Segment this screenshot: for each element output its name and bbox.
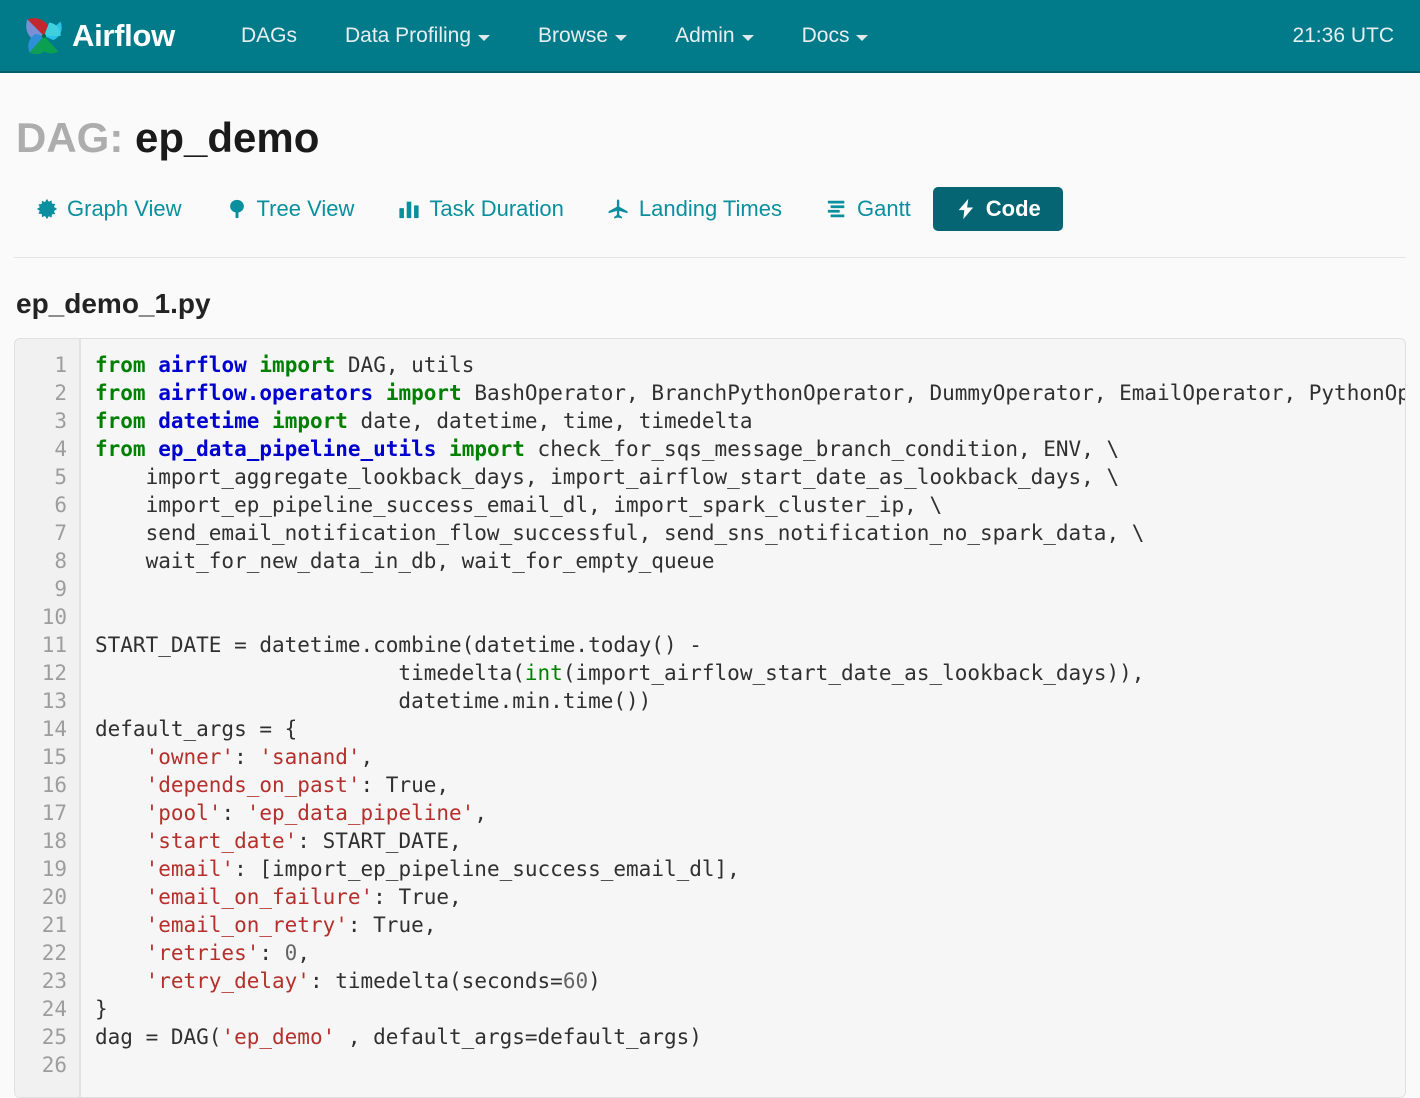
line-number: 14 — [41, 717, 67, 742]
nav-item-dags[interactable]: DAGs — [217, 12, 321, 60]
nav-item-label: Docs — [801, 23, 850, 47]
line-number: 5 — [54, 465, 67, 490]
nav-item-admin[interactable]: Admin — [651, 12, 778, 60]
tab-label: Task Duration — [429, 196, 564, 222]
line-number: 17 — [41, 801, 67, 826]
source-code-area[interactable]: from airflow import DAG, utils from airf… — [81, 339, 1405, 1097]
line-number: 16 — [41, 773, 67, 798]
line-number: 26 — [41, 1053, 67, 1078]
plane-icon — [608, 198, 630, 220]
tab-label: Landing Times — [638, 196, 782, 222]
nav-item-data-profiling[interactable]: Data Profiling — [321, 12, 514, 60]
line-number: 23 — [41, 969, 67, 994]
starburst-icon — [36, 198, 58, 220]
line-number: 15 — [41, 745, 67, 770]
line-number: 3 — [54, 409, 67, 434]
line-number: 22 — [41, 941, 67, 966]
line-number: 6 — [54, 493, 67, 518]
line-number: 21 — [41, 913, 67, 938]
line-number-gutter: 1 2 3 4 5 6 7 8 9 10 11 12 13 14 15 16 17 18 19 20 21 22 23 24 2… — [15, 339, 81, 1098]
chevron-down-icon — [615, 34, 628, 41]
source-code-text: from airflow import DAG, utils from airf… — [95, 353, 1405, 1050]
gantt-icon — [826, 198, 848, 220]
line-number: 13 — [41, 689, 67, 714]
navbar-menu: DAGs Data Profiling Browse Admin Docs — [217, 12, 893, 60]
tab-label: Gantt — [856, 196, 911, 222]
tab-gantt[interactable]: Gantt — [804, 187, 933, 231]
tab-tree-view[interactable]: Tree View — [204, 187, 377, 231]
line-number: 7 — [54, 521, 67, 546]
tab-label: Code — [985, 196, 1041, 222]
chevron-down-icon — [856, 34, 869, 41]
chevron-down-icon — [741, 34, 754, 41]
page-content: DAG: ep_demo Graph View Tree View Task D… — [0, 114, 1420, 1098]
line-number: 8 — [54, 549, 67, 574]
line-number: 9 — [54, 577, 67, 602]
line-number: 12 — [41, 661, 67, 686]
page-title-prefix: DAG: — [16, 114, 124, 161]
tab-landing-times[interactable]: Landing Times — [586, 187, 804, 231]
source-code-panel: 1 2 3 4 5 6 7 8 9 10 11 12 13 14 15 16 17 18 19 20 21 22 23 24 2… — [14, 338, 1406, 1098]
line-number: 19 — [41, 857, 67, 882]
bar-chart-icon — [398, 198, 420, 220]
nav-item-label: Data Profiling — [344, 23, 472, 47]
tab-label: Tree View — [256, 196, 355, 222]
dag-view-tabs: Graph View Tree View Task Duration Landi… — [14, 187, 1406, 259]
page-title: DAG: ep_demo — [14, 114, 1406, 161]
line-number: 25 — [41, 1025, 67, 1050]
nav-item-browse[interactable]: Browse — [514, 12, 651, 60]
line-number: 20 — [41, 885, 67, 910]
top-navbar: Airflow DAGs Data Profiling Browse Admin… — [0, 0, 1420, 73]
brand-home-link[interactable]: Airflow — [18, 10, 175, 62]
brand-label: Airflow — [72, 18, 175, 53]
source-file-name: ep_demo_1.py — [16, 288, 211, 320]
line-number: 18 — [41, 829, 67, 854]
line-number: 10 — [41, 605, 67, 630]
airflow-pinwheel-logo-icon — [18, 10, 70, 62]
line-number: 11 — [41, 633, 67, 658]
line-number: 4 — [54, 437, 67, 462]
line-number: 2 — [54, 381, 67, 406]
tab-task-duration[interactable]: Task Duration — [376, 187, 586, 231]
chevron-down-icon — [478, 34, 491, 41]
tree-icon — [226, 198, 248, 220]
page-title-dag-name: ep_demo — [135, 114, 320, 161]
nav-item-label: Browse — [538, 23, 609, 47]
line-number: 24 — [41, 997, 67, 1022]
tab-label: Graph View — [67, 196, 182, 222]
tab-graph-view[interactable]: Graph View — [14, 187, 204, 231]
bolt-icon — [955, 198, 977, 220]
nav-item-docs[interactable]: Docs — [778, 12, 893, 60]
tab-code[interactable]: Code — [932, 187, 1063, 232]
line-number: 1 — [54, 353, 67, 378]
nav-item-label: DAGs — [240, 23, 297, 47]
utc-clock: 21:36 UTC — [1292, 23, 1394, 47]
nav-item-label: Admin — [675, 23, 735, 47]
